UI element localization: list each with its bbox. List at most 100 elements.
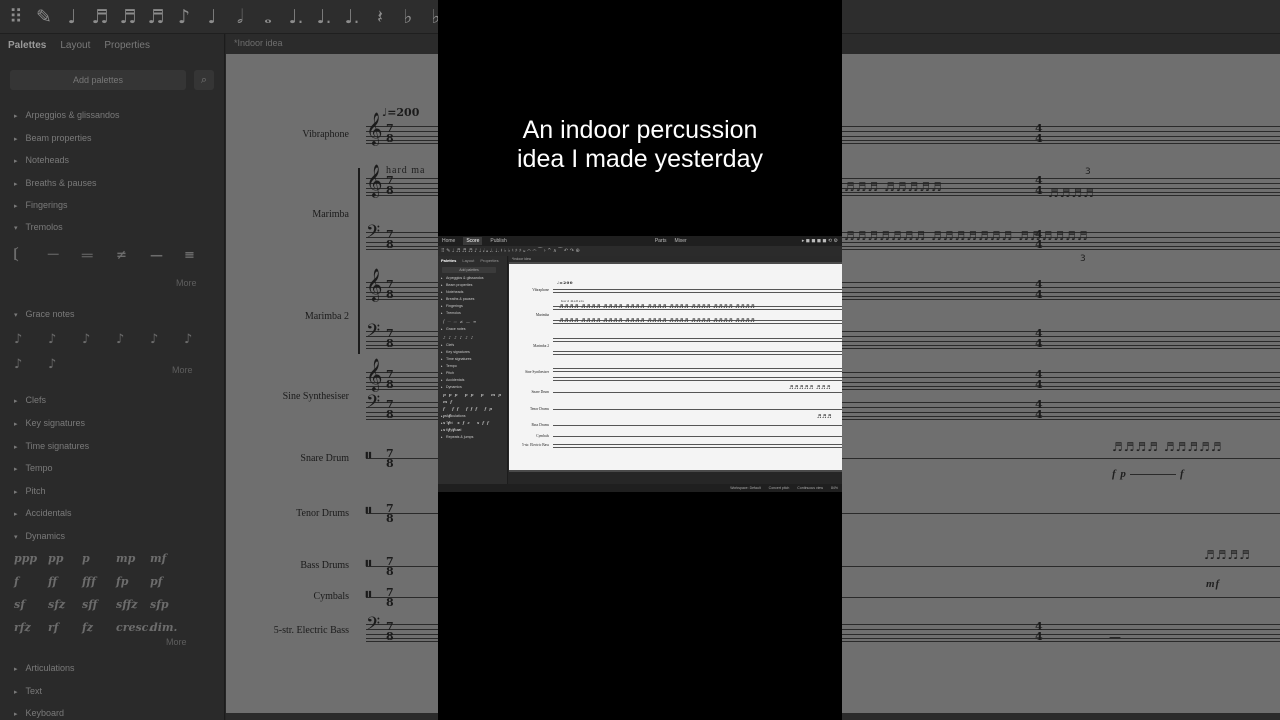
palette-item[interactable]: Time signatures [438, 356, 507, 363]
palette-item[interactable]: Key signatures [438, 349, 507, 356]
mini-snare-notes: ♬♬♬♬♬ ♬♬♬ [789, 385, 831, 391]
add-palettes-button: Add palettes [10, 70, 186, 90]
time-signature-4-4: 44 [1035, 278, 1043, 301]
note-input-icon: ♩ [67, 5, 77, 28]
menu-home[interactable]: Home [442, 238, 455, 244]
menu-publish[interactable]: Publish [490, 238, 506, 244]
palette-breaths: Breaths & pauses [14, 178, 96, 188]
time-signature-4-4: 44 [1035, 122, 1043, 145]
menu-score[interactable]: Score [463, 237, 483, 245]
palettes-panel: Palettes Layout Properties Add palettes … [438, 256, 508, 484]
time-signature: 78 [386, 278, 394, 301]
palette-item[interactable]: Beam properties [438, 282, 507, 289]
triple-dot-icon: ♩. [344, 5, 360, 28]
staff-snare-right [842, 458, 1280, 459]
dot-icon: ♩. [288, 5, 304, 28]
snare-dynamic-f: f [1180, 468, 1185, 480]
palette-item[interactable]: Grace notes [438, 326, 507, 333]
dynamics-grid: ppp pp p mp mf f ff fff fp pf sf sfz sff s… [443, 392, 504, 432]
parts-button[interactable]: Parts [655, 238, 667, 244]
palette-keyboard: Keyboard [14, 708, 64, 718]
palette-item[interactable]: Clefs [438, 342, 507, 349]
palette-item[interactable]: Text [438, 420, 507, 427]
palette-arpeggios: Arpeggios & glissandos [14, 110, 119, 120]
bass-clef-icon: 𝄢 [366, 222, 381, 247]
palette-pitch: Pitch [14, 486, 45, 496]
sixteenth-note-icon: ♬ [147, 5, 165, 28]
time-signature: 78 [386, 447, 394, 470]
tuplet-notes: ♬♬♬♬ [1048, 186, 1096, 200]
pencil-icon: ✎ [36, 5, 52, 28]
percussion-clef-icon: 𝄥 [366, 585, 371, 604]
staff-marimba2-bass-right [842, 331, 1280, 349]
palette-articulations: Articulations [14, 663, 74, 673]
mixer-button[interactable]: Mixer [674, 238, 686, 244]
time-signature: 78 [386, 122, 394, 145]
more-link: More [176, 278, 197, 288]
tab-palettes[interactable]: Palettes [441, 258, 456, 263]
grip-icon: ⠿ [9, 5, 23, 28]
double-flat-icon: ♭ [403, 5, 413, 28]
percussion-clef-icon: 𝄥 [366, 554, 371, 573]
staff-tenor-left [366, 513, 438, 514]
palette-tremolos: Tremolos [14, 222, 62, 232]
palette-item[interactable]: Noteheads [438, 289, 507, 296]
percussion-clef-icon: 𝄥 [366, 501, 371, 520]
system-bracket [358, 168, 361, 354]
instrument-vibraphone: Vibraphone [302, 129, 349, 140]
palette-item[interactable]: Arpeggios & glissandos [438, 275, 507, 282]
instrument-bass-drums: Bass Drums [531, 423, 549, 427]
mini-staff [553, 436, 842, 437]
staff-vibraphone-right [842, 126, 1280, 144]
staff-snare-left [366, 458, 438, 459]
double-dot-icon: ♩. [316, 5, 332, 28]
instrument-bass-drums: Bass Drums [300, 560, 349, 571]
window-controls: ▸ ◼ ◼ ◼ ◼ ⟲ ⚙ [801, 238, 838, 244]
palette-item[interactable]: Keyboard [438, 427, 507, 434]
palette-item[interactable]: Accidentals [438, 377, 507, 384]
video-frame: ⠿ ✎ ♩ ♬ ♬ ♬ ♪ ♩ 𝅗𝅥 𝅝 ♩. ♩. ♩. 𝄽 ♭ ♭ Pale… [0, 0, 1280, 720]
workspace-label[interactable]: Workspace: Default [730, 486, 760, 490]
background-panel-tabs: Palettes Layout Properties [0, 34, 224, 56]
palette-item[interactable]: Tremolos [438, 310, 507, 317]
view-mode-select[interactable]: Continuous view [797, 486, 823, 490]
treble-clef-icon: 𝄞 [366, 358, 383, 391]
tuplet-number: 3 [1085, 167, 1092, 177]
treble-clef-icon: 𝄞 [366, 268, 383, 301]
score-view: ♩=200 hard mallets Vibraphone Marimba Ma… [509, 262, 842, 472]
palette-item[interactable]: Breaths & pauses [438, 296, 507, 303]
time-signature-4-4: 44 [1035, 620, 1043, 643]
mini-marimba-notes: ♬♬♬♬ ♬♬♬♬ ♬♬♬♬ ♬♬♬♬ ♬♬♬♬ ♬♬♬♬ ♬♬♬♬ ♬♬♬♬ … [559, 304, 756, 310]
palette-item[interactable]: Fingerings [438, 303, 507, 310]
staff-synth-treble-right [842, 372, 1280, 390]
palette-fingerings: Fingerings [14, 200, 67, 210]
palette-item[interactable]: Pitch [438, 370, 507, 377]
mini-staff [553, 392, 842, 393]
concert-pitch-toggle[interactable]: Concert pitch [769, 486, 790, 490]
palette-clefs: Clefs [14, 395, 46, 405]
instrument-sine-synth: Sine Synthesiser [525, 370, 549, 374]
palette-item[interactable]: Repeats & jumps [438, 434, 507, 441]
caption-line-2: idea I made yesterday [517, 145, 763, 173]
zoom-level[interactable]: 84% [831, 486, 838, 490]
add-palettes-button[interactable]: Add palettes [442, 267, 496, 273]
palette-item[interactable]: Dynamics [438, 384, 507, 391]
more-link-2: More [172, 365, 193, 375]
thirtysecond-note-icon: ♬ [119, 5, 137, 28]
instrument-cymbals: Cymbals [536, 434, 549, 438]
bass-drum-dynamic: mf [1206, 578, 1221, 590]
mini-staff [553, 425, 842, 426]
palette-item[interactable]: Articulations [438, 413, 507, 420]
bass-clef-icon: 𝄢 [366, 321, 381, 346]
instrument-marimba-2: Marimba 2 [304, 311, 349, 322]
staff-bassdrum-left [366, 566, 438, 567]
tab-properties[interactable]: Properties [480, 258, 498, 263]
menu-bar: Home Score Publish Parts Mixer ▸ ◼ ◼ ◼ ◼… [438, 236, 842, 246]
palette-item[interactable]: Tempo [438, 363, 507, 370]
mini-staff [553, 409, 842, 410]
instrument-marimba: Marimba [312, 209, 349, 220]
score-page: ♩=200 hard mallets Vibraphone Marimba Ma… [509, 264, 842, 470]
bass-clef-icon: 𝄢 [366, 392, 381, 417]
more-link-3: More [166, 637, 187, 647]
tab-layout[interactable]: Layout [462, 258, 474, 263]
